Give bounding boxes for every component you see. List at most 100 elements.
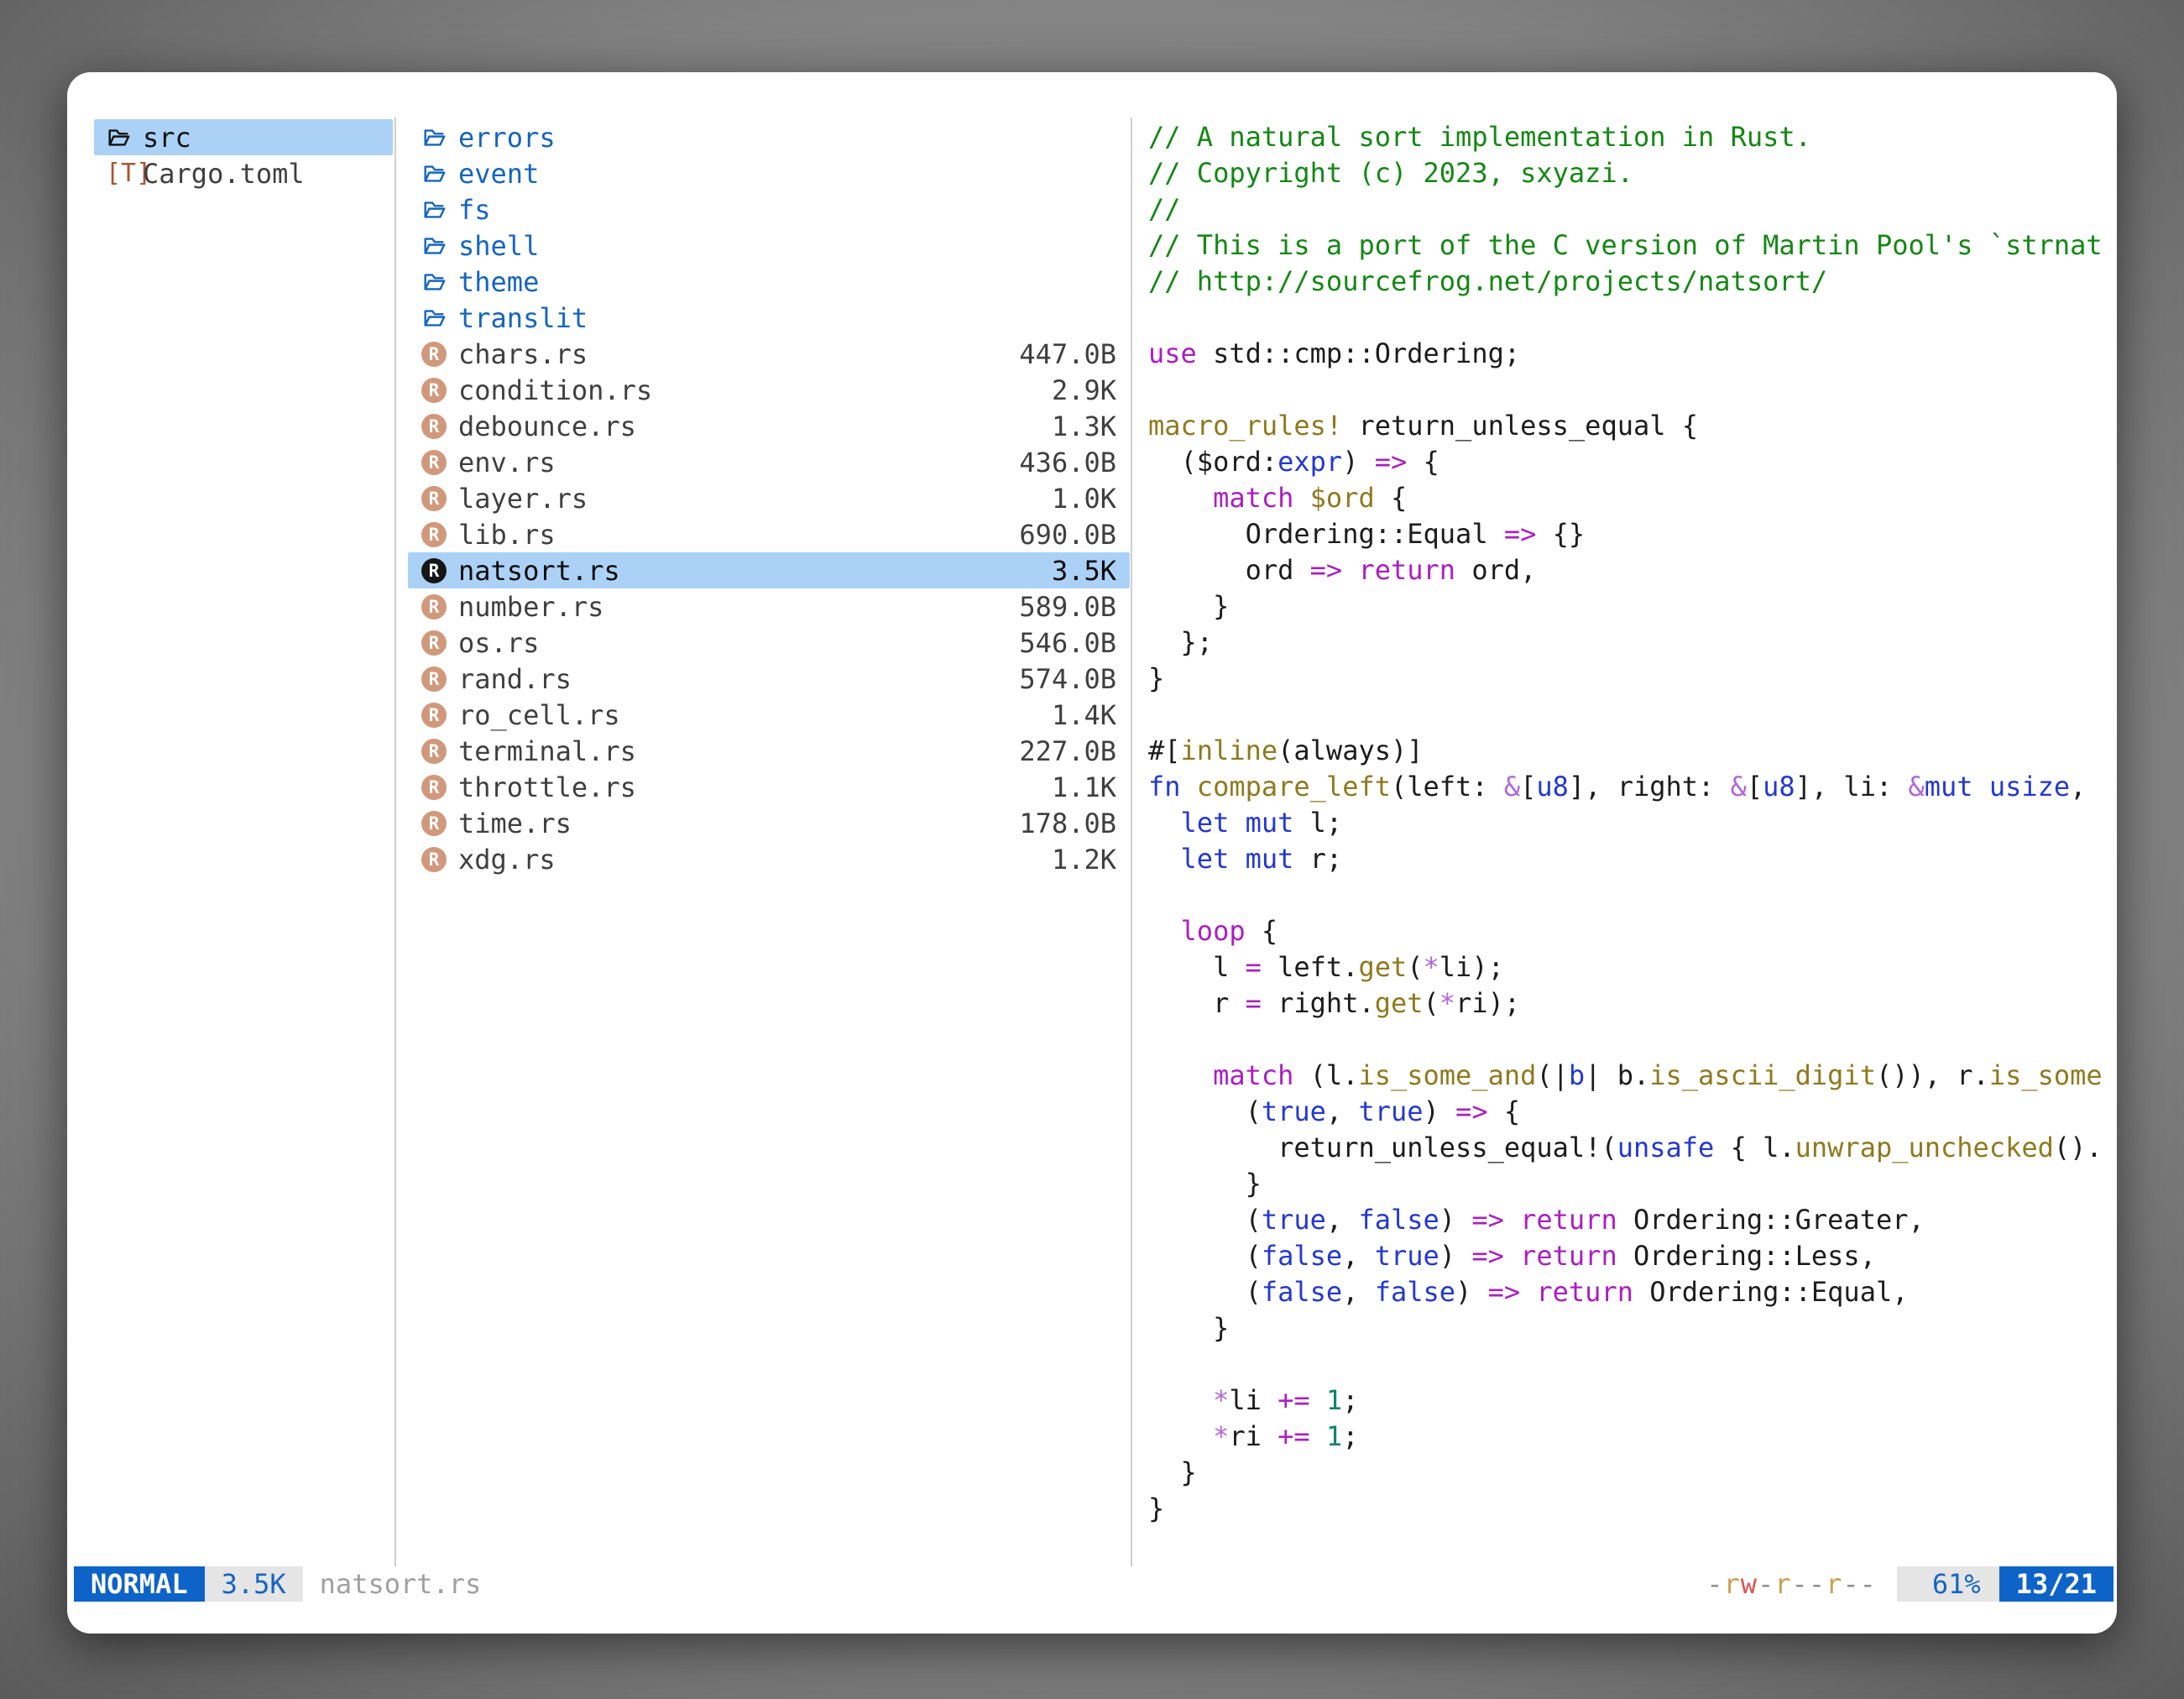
code-line: // This is a port of the C version of Ma… [1148,227,2117,264]
status-bar: NORMAL 3.5K natsort.rs -rw-r--r-- 61% 13… [74,1566,2113,1602]
code-line: (true, true) => { [1148,1094,2117,1130]
folder-open-icon [421,269,458,295]
entry-name: shell [458,230,1116,262]
file-row[interactable]: Rterminal.rs227.0B [408,733,1130,769]
entry-name: layer.rs [458,483,1052,515]
rust-logo-glyph: R [421,414,447,439]
entry-name: env.rs [458,447,1019,478]
dir-row[interactable]: fs [408,191,1130,227]
code-line: (false, true) => return Ordering::Less, [1148,1238,2117,1274]
file-row[interactable]: Rrand.rs574.0B [408,661,1130,697]
code-line: } [1148,1455,2117,1491]
code-line: fn compare_left(left: &[u8], right: &[u8… [1148,769,2117,805]
entry-name: lib.rs [458,519,1019,551]
rust-logo-glyph: R [421,739,447,764]
file-row[interactable]: Rchars.rs447.0B [408,336,1130,372]
code-line: use std::cmp::Ordering; [1148,336,2117,372]
entry-name: rand.rs [458,663,1019,695]
file-row[interactable]: Renv.rs436.0B [408,444,1130,480]
entry-name: theme [458,266,1116,298]
code-line [1148,877,2117,913]
file-row[interactable]: Rcondition.rs2.9K [408,372,1130,408]
pane-divider-left [394,118,396,1566]
rust-logo-glyph: R [421,378,447,403]
entry-name: src [143,122,393,154]
code-line: (true, false) => return Ordering::Greate… [1148,1202,2117,1238]
rust-file-icon: R [421,414,458,439]
entry-size: 1.3K [1052,410,1116,442]
rust-logo-glyph: R [421,703,447,728]
file-row[interactable]: [T]Cargo.toml [94,155,393,191]
folder-open-icon [421,125,458,150]
rust-logo-glyph: R [421,811,447,836]
file-row[interactable]: Rnatsort.rs3.5K [408,552,1130,588]
file-row[interactable]: Rro_cell.rs1.4K [408,697,1130,733]
code-line: match $ord { [1148,480,2117,516]
folder-open-icon [421,306,458,331]
rust-file-icon: R [421,378,458,403]
code-line: let mut l; [1148,805,2117,841]
code-line: *ri += 1; [1148,1419,2117,1455]
rust-logo-glyph: R [421,667,447,692]
file-row[interactable]: Rlayer.rs1.0K [408,480,1130,516]
dir-row[interactable]: src [94,119,393,155]
entry-size: 546.0B [1019,627,1116,659]
entry-name: natsort.rs [458,555,1052,587]
entry-size: 227.0B [1019,735,1116,767]
dir-row[interactable]: event [408,155,1130,191]
entry-name: debounce.rs [458,410,1052,442]
entry-size: 589.0B [1019,591,1116,623]
file-row[interactable]: Ros.rs546.0B [408,625,1130,661]
status-filename: natsort.rs [320,1566,482,1602]
file-row[interactable]: Rtime.rs178.0B [408,805,1130,841]
entry-name: fs [458,194,1116,226]
code-line: // http://sourcefrog.net/projects/natsor… [1148,264,2117,300]
code-line: loop { [1148,913,2117,949]
code-line: } [1148,1491,2117,1527]
rust-logo-glyph: R [421,847,447,872]
mode-badge: NORMAL [74,1566,205,1602]
code-line: // Copyright (c) 2023, sxyazi. [1148,155,2117,191]
code-line: ($ord:expr) => { [1148,444,2117,480]
rust-file-icon: R [421,703,458,728]
entry-size: 3.5K [1052,555,1116,587]
code-line [1148,697,2117,733]
file-row[interactable]: Rdebounce.rs1.3K [408,408,1130,444]
entry-size: 1.2K [1052,844,1116,876]
rust-file-icon: R [421,342,458,367]
code-line [1148,1022,2117,1058]
parent-pane: src[T]Cargo.toml [94,119,393,191]
dir-row[interactable]: shell [408,227,1130,264]
rust-file-icon: R [421,811,458,836]
code-line: }; [1148,625,2117,661]
code-line: Ordering::Equal => {} [1148,516,2117,552]
dir-row[interactable]: translit [408,300,1130,336]
code-line: // [1148,191,2117,227]
entry-name: time.rs [458,808,1019,839]
code-line: let mut r; [1148,841,2117,877]
file-row[interactable]: Rthrottle.rs1.1K [408,769,1130,805]
entry-name: terminal.rs [458,735,1019,767]
rust-logo-glyph: R [421,775,447,800]
file-row[interactable]: Rlib.rs690.0B [408,516,1130,552]
rust-file-icon: R [421,522,458,547]
code-line: r = right.get(*ri); [1148,985,2117,1022]
entry-name: errors [458,122,1116,154]
code-line: } [1148,588,2117,625]
file-row[interactable]: Rnumber.rs589.0B [408,588,1130,625]
entry-size: 2.9K [1052,374,1116,406]
rust-logo-glyph: R [421,522,447,547]
entry-size: 436.0B [1019,447,1116,478]
rust-logo-glyph: R [421,450,447,475]
current-pane: errorseventfs shell theme translitRchars.rs… [408,119,1130,877]
code-line: ord => return ord, [1148,552,2117,588]
dir-row[interactable]: theme [408,264,1130,300]
file-row[interactable]: Rxdg.rs1.2K [408,841,1130,877]
code-line [1148,372,2117,408]
dir-row[interactable]: errors [408,119,1130,155]
entry-name: Cargo.toml [143,158,393,190]
permissions-text: -rw-r--r-- [1706,1566,1877,1602]
code-line: #[inline(always)] [1148,733,2117,769]
entry-name: translit [458,302,1116,334]
folder-open-icon [106,125,143,150]
